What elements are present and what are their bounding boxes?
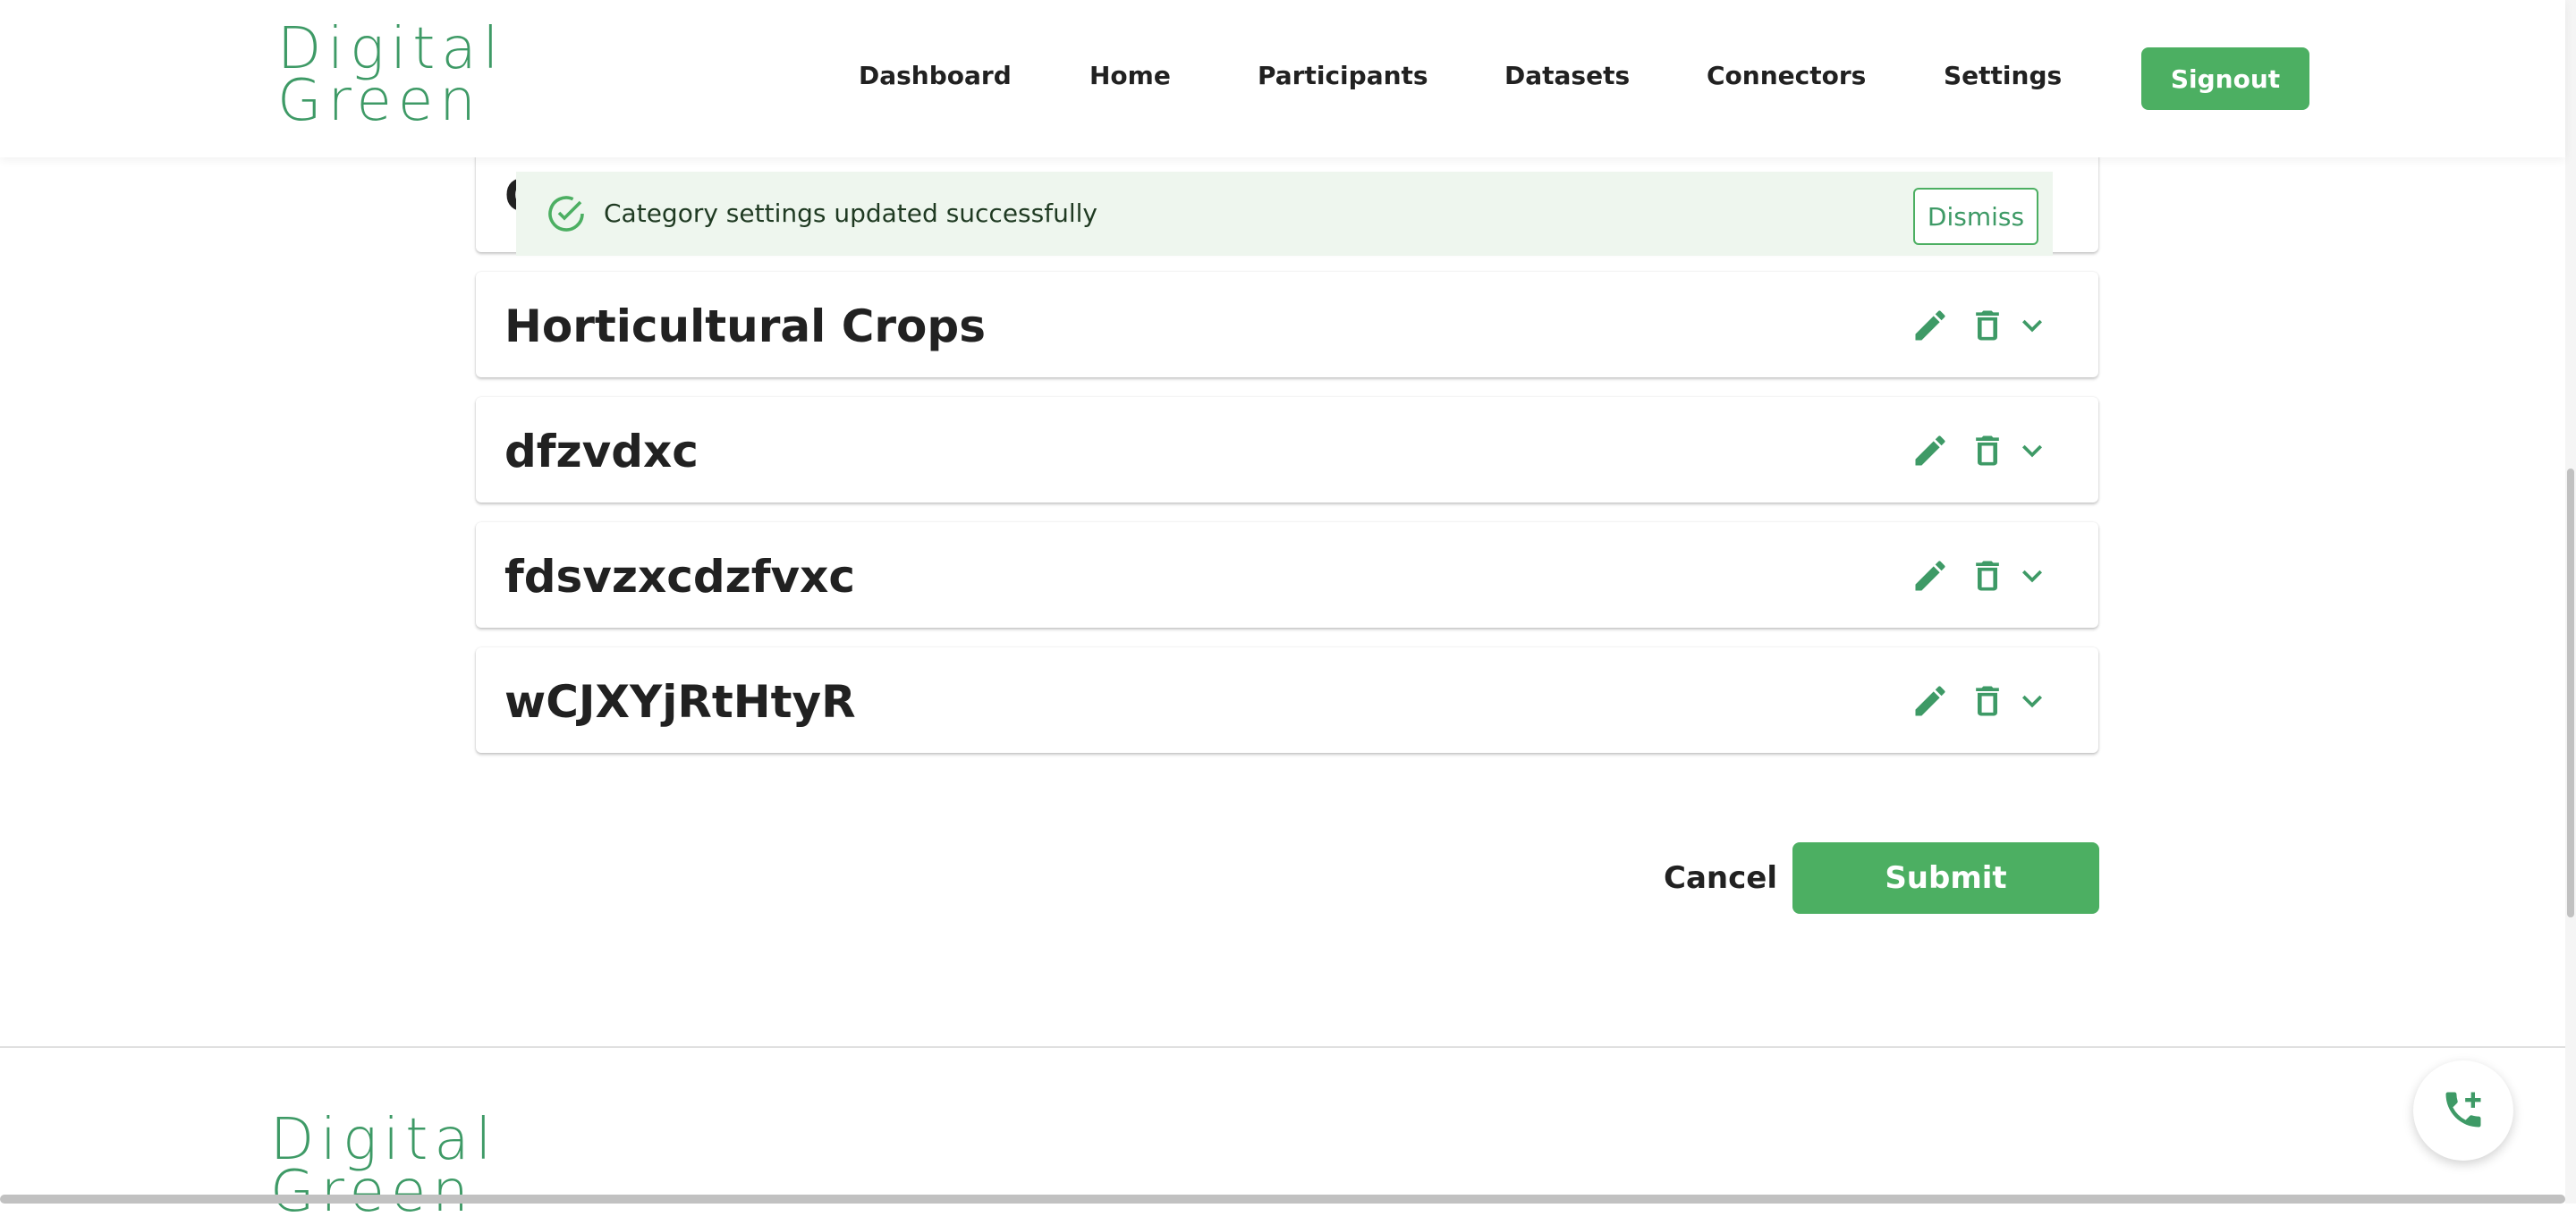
delete-icon[interactable] [1968,306,2007,345]
category-title: fdsvzxcdzfvxc [504,551,856,603]
category-card[interactable]: wCJXYjRtHtyR [476,647,2098,753]
submit-button[interactable]: Submit [1792,842,2099,914]
edit-icon[interactable] [1911,306,1950,345]
toast-message: Category settings updated successfully [604,199,1097,228]
nav-participants[interactable]: Participants [1258,61,1428,90]
nav-connectors[interactable]: Connectors [1707,61,1866,90]
chevron-down-icon[interactable] [2012,556,2052,596]
top-navbar: Digital Green Dashboard Home Participant… [0,0,2565,157]
footer-divider [0,1046,2565,1048]
category-title: Horticultural Crops [504,300,986,352]
category-card[interactable]: fdsvzxcdzfvxc [476,522,2098,628]
chevron-down-icon[interactable] [2012,431,2052,470]
nav-settings[interactable]: Settings [1944,61,2062,90]
chevron-down-icon[interactable] [2012,681,2052,721]
edit-icon[interactable] [1911,681,1950,721]
horizontal-scrollbar-thumb[interactable] [0,1195,2565,1204]
edit-icon[interactable] [1911,556,1950,596]
category-title: dfzvdxc [504,426,699,477]
vertical-scrollbar-thumb[interactable] [2567,469,2574,917]
dismiss-button[interactable]: Dismiss [1913,188,2038,245]
nav-home[interactable]: Home [1089,61,1171,90]
chevron-down-icon[interactable] [2012,306,2052,345]
delete-icon[interactable] [1968,556,2007,596]
category-card[interactable]: dfzvdxc [476,397,2098,503]
logo-line-2: Green [277,68,482,134]
phone-add-icon [2440,1092,2487,1136]
nav-dashboard[interactable]: Dashboard [859,61,1012,90]
nav-datasets[interactable]: Datasets [1504,61,1630,90]
brand-logo[interactable]: Digital Green [277,21,504,134]
delete-icon[interactable] [1968,681,2007,721]
signout-button[interactable]: Signout [2141,47,2309,110]
category-card[interactable]: Horticultural Crops [476,272,2098,377]
delete-icon[interactable] [1968,431,2007,470]
contact-fab-button[interactable] [2413,1060,2513,1161]
footer-logo-line-2: Green [270,1159,475,1225]
success-toast: Category settings updated successfully D… [516,172,2053,256]
cancel-button[interactable]: Cancel [1664,842,1777,914]
edit-icon[interactable] [1911,431,1950,470]
check-circle-icon [545,192,588,235]
category-title: wCJXYjRtHtyR [504,676,856,728]
